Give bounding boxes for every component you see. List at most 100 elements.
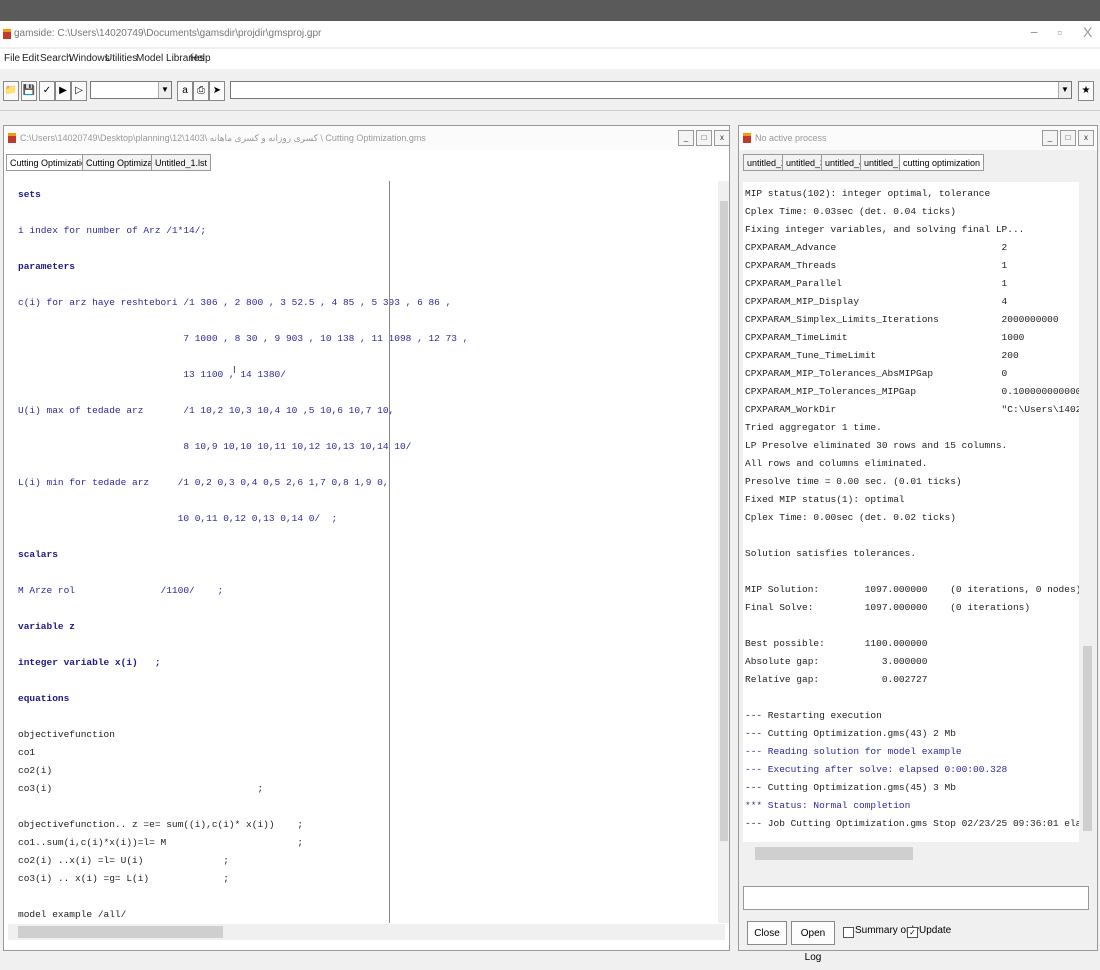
log-link-line[interactable]: --- Reading solution for model example xyxy=(745,746,962,757)
toolbar: 📁 💾 ✓ ▶ ▷ ▼ a ⎙ ➤ ▼ ★ xyxy=(0,72,1100,111)
options-icon[interactable]: a xyxy=(177,81,193,101)
code-line: model example /all/ xyxy=(18,909,127,920)
log-line: CPXPARAM_Advance 2 xyxy=(745,242,1008,253)
open-log-button[interactable]: Open Log xyxy=(791,921,835,963)
process-tabs: untitled_2 untitled_3 untitled_4 untitle… xyxy=(739,152,1097,176)
log-line: Presolve time = 0.00 sec. (0.01 ticks) xyxy=(745,476,962,487)
text-cursor-icon: I xyxy=(233,365,236,376)
run-options-icon[interactable]: ▷ xyxy=(71,81,87,101)
minimize-button[interactable]: − xyxy=(1030,24,1038,40)
code-line: variable z xyxy=(18,621,76,632)
log-line: Fixing integer variables, and solving fi… xyxy=(745,224,1025,235)
editor-title: C:\Users\14020749\Desktop\planning\12\14… xyxy=(20,133,426,143)
code-line: sets xyxy=(18,189,41,200)
chevron-down-icon[interactable]: ▼ xyxy=(158,82,171,98)
editor-vertical-scroll-thumb[interactable] xyxy=(720,201,728,841)
code-line: co2(i) ..x(i) =l= U(i) ; xyxy=(18,855,229,866)
process-title: No active process xyxy=(755,133,827,143)
chevron-down-icon[interactable]: ▼ xyxy=(1058,82,1071,98)
log-line: Cplex Time: 0.00sec (det. 0.02 ticks) xyxy=(745,512,956,523)
log-line: --- Cutting Optimization.gms(43) 2 Mb xyxy=(745,728,956,739)
menu-help[interactable]: Help xyxy=(190,53,211,64)
log-status-line[interactable]: *** Status: Normal completion xyxy=(745,800,910,811)
gams-logo-icon[interactable]: ★ xyxy=(1078,81,1094,101)
maximize-icon[interactable]: □ xyxy=(1060,130,1076,146)
log-line: Solution satisfies tolerances. xyxy=(745,548,917,559)
maximize-button[interactable]: ▫ xyxy=(1057,24,1062,40)
log-line: --- Cutting Optimization.gms(45) 3 Mb xyxy=(745,782,956,793)
minimize-icon[interactable]: _ xyxy=(678,130,694,146)
menu-file[interactable]: File xyxy=(4,53,20,64)
code-line: equations xyxy=(18,693,70,704)
close-button[interactable]: Close xyxy=(747,921,787,945)
close-icon[interactable]: x xyxy=(714,130,730,146)
process-title-bar: No active process _ □ x xyxy=(739,126,1097,150)
code-area[interactable]: sets i index for number of Arz /1*14/; p… xyxy=(18,181,468,921)
update-label: Update xyxy=(919,925,952,936)
code-line: parameters xyxy=(18,261,76,272)
code-line: M Arze rol /1100/ ; xyxy=(18,585,224,596)
log-line: LP Presolve eliminated 30 rows and 15 co… xyxy=(745,440,1008,451)
menu-windows[interactable]: Windows xyxy=(69,53,110,64)
close-app-button[interactable]: X xyxy=(1083,24,1092,40)
code-line: U(i) max of tedade arz /1 10,2 10,3 10,4… xyxy=(18,405,395,416)
compile-icon[interactable]: ✓ xyxy=(39,81,55,101)
code-line: 7 1000 , 8 30 , 9 903 , 10 138 , 11 1098… xyxy=(18,333,469,344)
log-line: Absolute gap: 3.000000 xyxy=(745,656,928,667)
log-line: CPXPARAM_WorkDir "C:\Users\14020749\Docu… xyxy=(745,404,1079,415)
log-line: CPXPARAM_Tune_TimeLimit 200 xyxy=(745,350,1019,361)
process-horizontal-scroll-thumb[interactable] xyxy=(755,847,913,860)
minimize-icon[interactable]: _ xyxy=(1042,130,1058,146)
print-icon[interactable]: ⎙ xyxy=(193,81,209,101)
menu-edit[interactable]: Edit xyxy=(22,53,39,64)
log-line: Relative gap: 0.002727 xyxy=(745,674,928,685)
code-line: objectivefunction.. z =e= sum((i),c(i)* … xyxy=(18,819,304,830)
log-link-line[interactable]: --- Executing after solve: elapsed 0:00:… xyxy=(745,764,1007,775)
exit-icon[interactable]: ➤ xyxy=(209,81,225,101)
log-line: CPXPARAM_MIP_Tolerances_AbsMIPGap 0 xyxy=(745,368,1008,379)
menu-search[interactable]: Search xyxy=(40,53,72,64)
editor-horizontal-scroll-thumb[interactable] xyxy=(18,926,223,938)
log-line: CPXPARAM_Parallel 1 xyxy=(745,278,1008,289)
code-line: objectivefunction xyxy=(18,729,115,740)
editor-title-bar: C:\Users\14020749\Desktop\planning\12\14… xyxy=(4,126,730,150)
update-checkbox[interactable]: ✓ xyxy=(907,927,918,938)
log-line: CPXPARAM_Threads 1 xyxy=(745,260,1008,271)
split-divider[interactable] xyxy=(389,181,390,923)
process-log[interactable]: MIP status(102): integer optimal, tolera… xyxy=(743,182,1079,842)
code-line: 8 10,9 10,10 10,11 10,12 10,13 10,14 10/ xyxy=(18,441,412,452)
log-line: All rows and columns eliminated. xyxy=(745,458,928,469)
code-line: co1 xyxy=(18,747,36,758)
log-line: CPXPARAM_TimeLimit 1000 xyxy=(745,332,1025,343)
code-line: co3(i) .. x(i) =g= L(i) ; xyxy=(18,873,229,884)
close-icon[interactable]: x xyxy=(1078,130,1094,146)
process-command-input[interactable] xyxy=(743,886,1089,910)
menu-bar: File Edit Search Windows Utilities Model… xyxy=(0,49,1100,69)
maximize-icon[interactable]: □ xyxy=(696,130,712,146)
gams-app-icon xyxy=(8,133,16,143)
code-line: integer variable x(i) ; xyxy=(18,657,161,668)
tab-cutting-optimization[interactable]: cutting optimization xyxy=(899,154,985,171)
menu-utilities[interactable]: Utilities xyxy=(105,53,137,64)
process-window: No active process _ □ x untitled_2 untit… xyxy=(738,125,1098,963)
code-line: co1..sum(i,c(i)*x(i))=l= M ; xyxy=(18,837,304,848)
tab-untitled-1-lst[interactable]: Untitled_1.lst xyxy=(151,154,212,171)
gams-app-icon xyxy=(3,29,11,39)
log-line: MIP status(102): integer optimal, tolera… xyxy=(745,188,991,199)
code-line: c(i) for arz haye reshtebori /1 306 , 2 … xyxy=(18,297,452,308)
code-line: i index for number of Arz /1*14/; xyxy=(18,225,207,236)
run-icon[interactable]: ▶ xyxy=(55,81,71,101)
model-combo[interactable]: ▼ xyxy=(90,81,172,99)
log-line: Final Solve: 1097.000000 (0 iterations) xyxy=(745,602,1031,613)
summary-only-checkbox[interactable] xyxy=(843,927,854,938)
command-combo[interactable]: ▼ xyxy=(230,81,1072,99)
open-icon[interactable]: 📁 xyxy=(3,81,19,101)
log-line: CPXPARAM_Simplex_Limits_Iterations 20000… xyxy=(745,314,1059,325)
code-line: co3(i) ; xyxy=(18,783,264,794)
process-vertical-scroll-thumb[interactable] xyxy=(1083,646,1092,831)
code-line: scalars xyxy=(18,549,58,560)
save-icon[interactable]: 💾 xyxy=(21,81,37,101)
app-title: gamside: C:\Users\14020749\Documents\gam… xyxy=(14,28,322,39)
log-line: --- Restarting execution xyxy=(745,710,882,721)
log-line: CPXPARAM_MIP_Tolerances_MIPGap 0.1000000… xyxy=(745,386,1079,397)
